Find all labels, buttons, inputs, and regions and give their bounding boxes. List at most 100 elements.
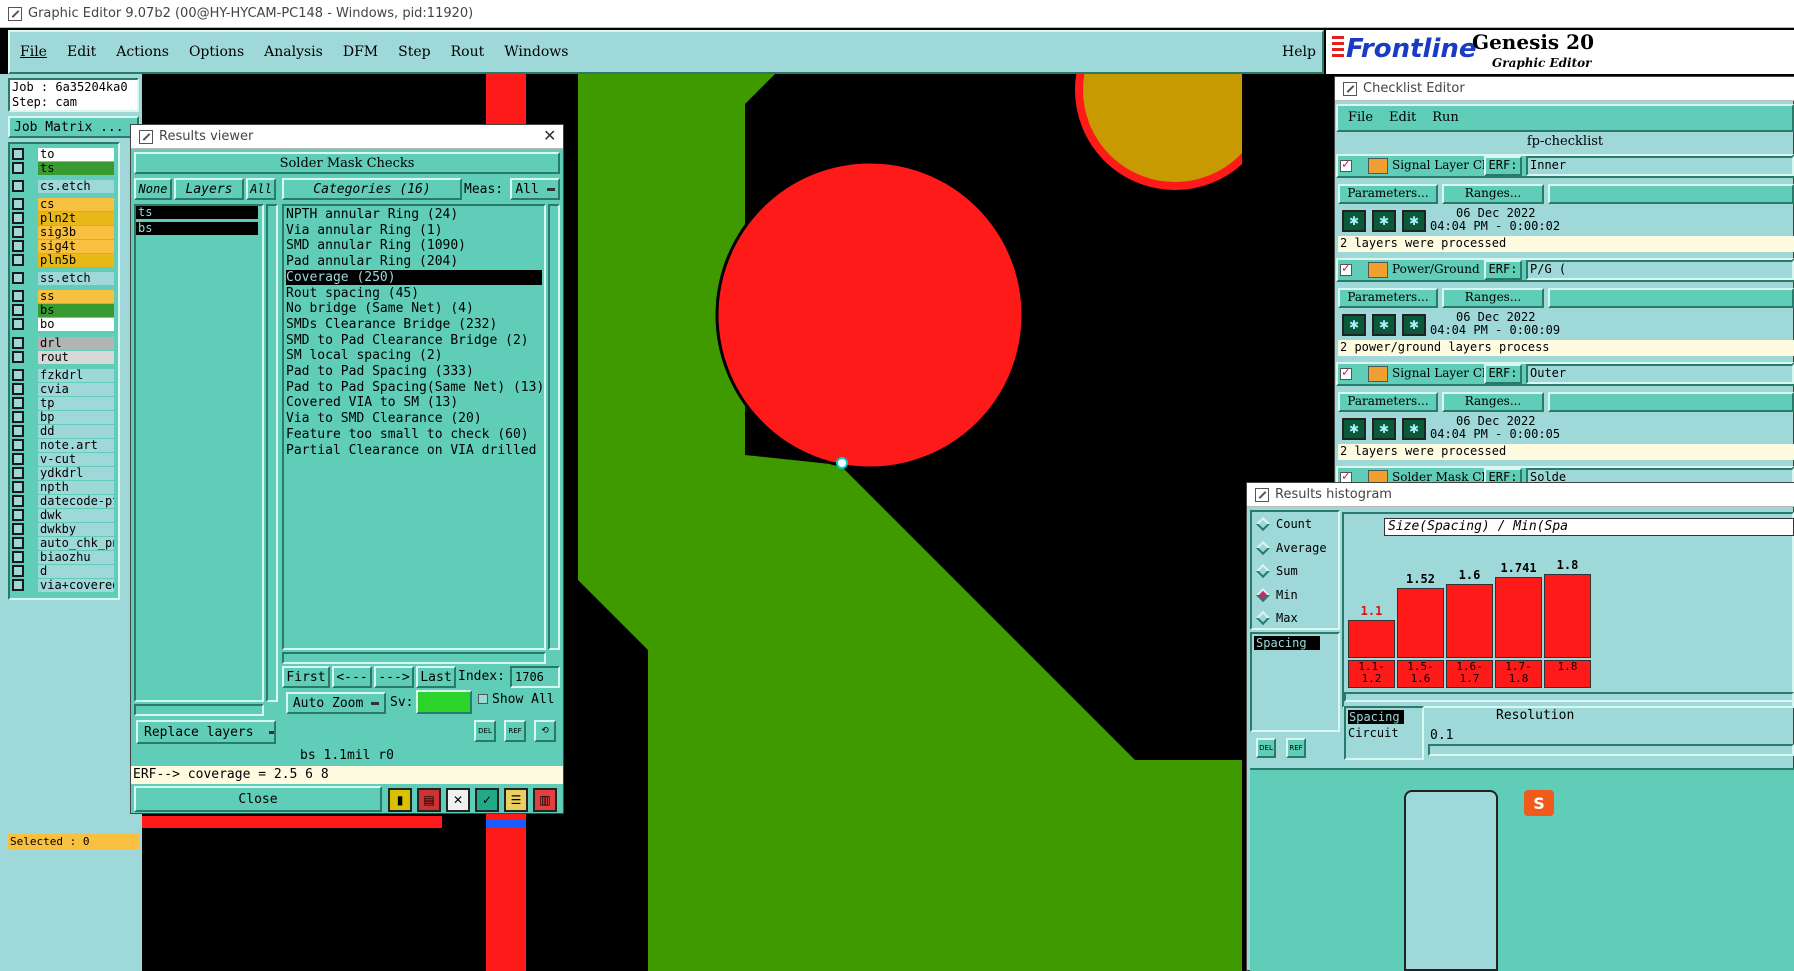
ranges-button[interactable]: Ranges... [1442, 392, 1544, 412]
check-enable-checkbox[interactable] [1340, 365, 1352, 384]
layer-checkbox[interactable] [12, 226, 24, 238]
layer-row-datecode-pte[interactable]: datecode-pte [12, 494, 114, 508]
category-item[interactable]: Covered VIA to SM (13) [286, 395, 458, 410]
layer-checkbox[interactable] [12, 565, 24, 577]
layer-checkbox[interactable] [12, 337, 24, 349]
menu-help[interactable]: Help [1282, 44, 1316, 60]
layers-hscrollbar[interactable] [134, 704, 264, 716]
extra-button[interactable] [1548, 392, 1794, 412]
parameters-button[interactable]: Parameters... [1338, 288, 1438, 308]
checklist-menu-run[interactable]: Run [1432, 110, 1459, 125]
erf-button[interactable]: ERF: [1484, 156, 1522, 176]
close-icon[interactable]: ✕ [543, 126, 556, 145]
category-item[interactable]: No bridge (Same Net) (4) [286, 301, 474, 316]
ranges-button[interactable]: Ranges... [1442, 288, 1544, 308]
layer-row-pln5b[interactable]: pln5b [12, 253, 114, 267]
layer-item-ts[interactable]: ts [136, 206, 258, 219]
layer-row-dwk[interactable]: dwk [12, 508, 114, 522]
layer-row-drl[interactable]: drl [12, 336, 114, 350]
layer-name[interactable]: dwkby [38, 522, 114, 536]
layer-checkbox[interactable] [12, 162, 24, 174]
menu-rout[interactable]: Rout [451, 44, 485, 60]
del-button[interactable]: DEL [474, 720, 496, 742]
stop-icon[interactable]: ✱ [1402, 314, 1426, 336]
checklist-menu-file[interactable]: File [1348, 110, 1373, 125]
erf-value[interactable]: P/G ( [1526, 260, 1794, 280]
layer-row-sig3b[interactable]: sig3b [12, 225, 114, 239]
layer-row-dd[interactable]: dd [12, 424, 114, 438]
category-item[interactable]: SM local spacing (2) [286, 348, 443, 363]
layers-button[interactable]: Layers [174, 178, 244, 200]
stop-icon[interactable]: ✱ [1402, 210, 1426, 232]
category-item[interactable]: Feature too small to check (60) [286, 427, 529, 442]
ime-icon[interactable]: S [1524, 790, 1554, 816]
layer-name[interactable]: cvia [38, 382, 114, 396]
category-item[interactable]: Via annular Ring (1) [286, 223, 443, 238]
layer-name[interactable]: sig4t [38, 239, 114, 253]
hist-ref-button[interactable]: REF [1286, 738, 1306, 758]
layer-name[interactable]: v-cut [38, 452, 114, 466]
layer-row-v-cut[interactable]: v-cut [12, 452, 114, 466]
delete-layer-icon[interactable]: ✕ [446, 788, 470, 812]
meas-dropdown[interactable]: All [510, 178, 560, 200]
layer-name[interactable]: dwk [38, 508, 114, 522]
histogram-icon[interactable]: ▥ [533, 788, 557, 812]
run-step-icon[interactable]: ✱ [1372, 418, 1396, 440]
layer-name[interactable]: note.art [38, 438, 114, 452]
layer-checkbox[interactable] [12, 495, 24, 507]
layer-name[interactable]: npth [38, 480, 114, 494]
categories-hscrollbar[interactable] [282, 652, 546, 664]
layer-checkbox[interactable] [12, 523, 24, 535]
layer-row-fzkdrl[interactable]: fzkdrl [12, 368, 114, 382]
menu-analysis[interactable]: Analysis [264, 44, 323, 60]
layer-name[interactable]: cs.etch [38, 179, 114, 193]
layer-row-ss[interactable]: ss [12, 289, 114, 303]
parameters-button[interactable]: Parameters... [1338, 392, 1438, 412]
ref-button[interactable]: REF [504, 720, 526, 742]
check-enable-checkbox[interactable] [1340, 157, 1352, 176]
checklist-menu-edit[interactable]: Edit [1389, 110, 1416, 125]
run-step-icon[interactable]: ✱ [1372, 210, 1396, 232]
layer-row-cvia[interactable]: cvia [12, 382, 114, 396]
layer-row-to[interactable]: to [12, 147, 114, 161]
layer-row-dwkby[interactable]: dwkby [12, 522, 114, 536]
layer-name[interactable]: cs [38, 197, 114, 211]
layer-checkbox[interactable] [12, 148, 24, 160]
layer-row-biaozhu[interactable]: biaozhu [12, 550, 114, 564]
layer-checkbox[interactable] [12, 579, 24, 591]
layer-row-via-covered[interactable]: via+covered [12, 578, 114, 592]
layer-checkbox[interactable] [12, 290, 24, 302]
layer-checkbox[interactable] [12, 509, 24, 521]
histogram-bar[interactable] [1495, 577, 1542, 658]
erf-value[interactable]: Inner [1526, 156, 1794, 176]
category-circuit[interactable]: Circuit [1348, 726, 1399, 740]
run-icon[interactable]: ✱ [1342, 210, 1366, 232]
erf-button[interactable]: ERF: [1484, 260, 1522, 280]
check-name[interactable]: Signal Layer Ch [1392, 366, 1490, 380]
layers-listbox[interactable] [134, 204, 264, 702]
layer-row-cs-etch[interactable]: cs.etch [12, 179, 114, 193]
parameters-button[interactable]: Parameters... [1338, 184, 1438, 204]
close-button[interactable]: Close [134, 786, 382, 812]
histogram-bar[interactable] [1446, 584, 1493, 658]
run-step-icon[interactable]: ✱ [1372, 314, 1396, 336]
layer-name[interactable]: pln2t [38, 211, 114, 225]
layer-name[interactable]: auto_chk_pn [38, 536, 114, 550]
check-name[interactable]: Signal Layer Ch [1392, 158, 1490, 172]
histogram-list-item[interactable]: Spacing [1254, 636, 1320, 650]
layer-row-sig4t[interactable]: sig4t [12, 239, 114, 253]
mode-option-min[interactable]: Min [1255, 587, 1298, 602]
layer-checkbox[interactable] [12, 240, 24, 252]
auto-zoom-dropdown[interactable]: Auto Zoom [286, 692, 386, 714]
layer-checkbox[interactable] [12, 397, 24, 409]
categories-button[interactable]: Categories (16) [282, 178, 462, 200]
report-icon[interactable]: ▤ [417, 788, 441, 812]
category-item[interactable]: SMDs Clearance Bridge (232) [286, 317, 497, 332]
layer-name[interactable]: ts [38, 161, 114, 175]
histogram-bar[interactable] [1397, 588, 1444, 658]
prev-button[interactable]: <--- [332, 666, 372, 688]
layer-checkbox[interactable] [12, 254, 24, 266]
layer-checkbox[interactable] [12, 467, 24, 479]
layer-name[interactable]: bp [38, 410, 114, 424]
wizard-icon[interactable]: ▮ [388, 788, 412, 812]
